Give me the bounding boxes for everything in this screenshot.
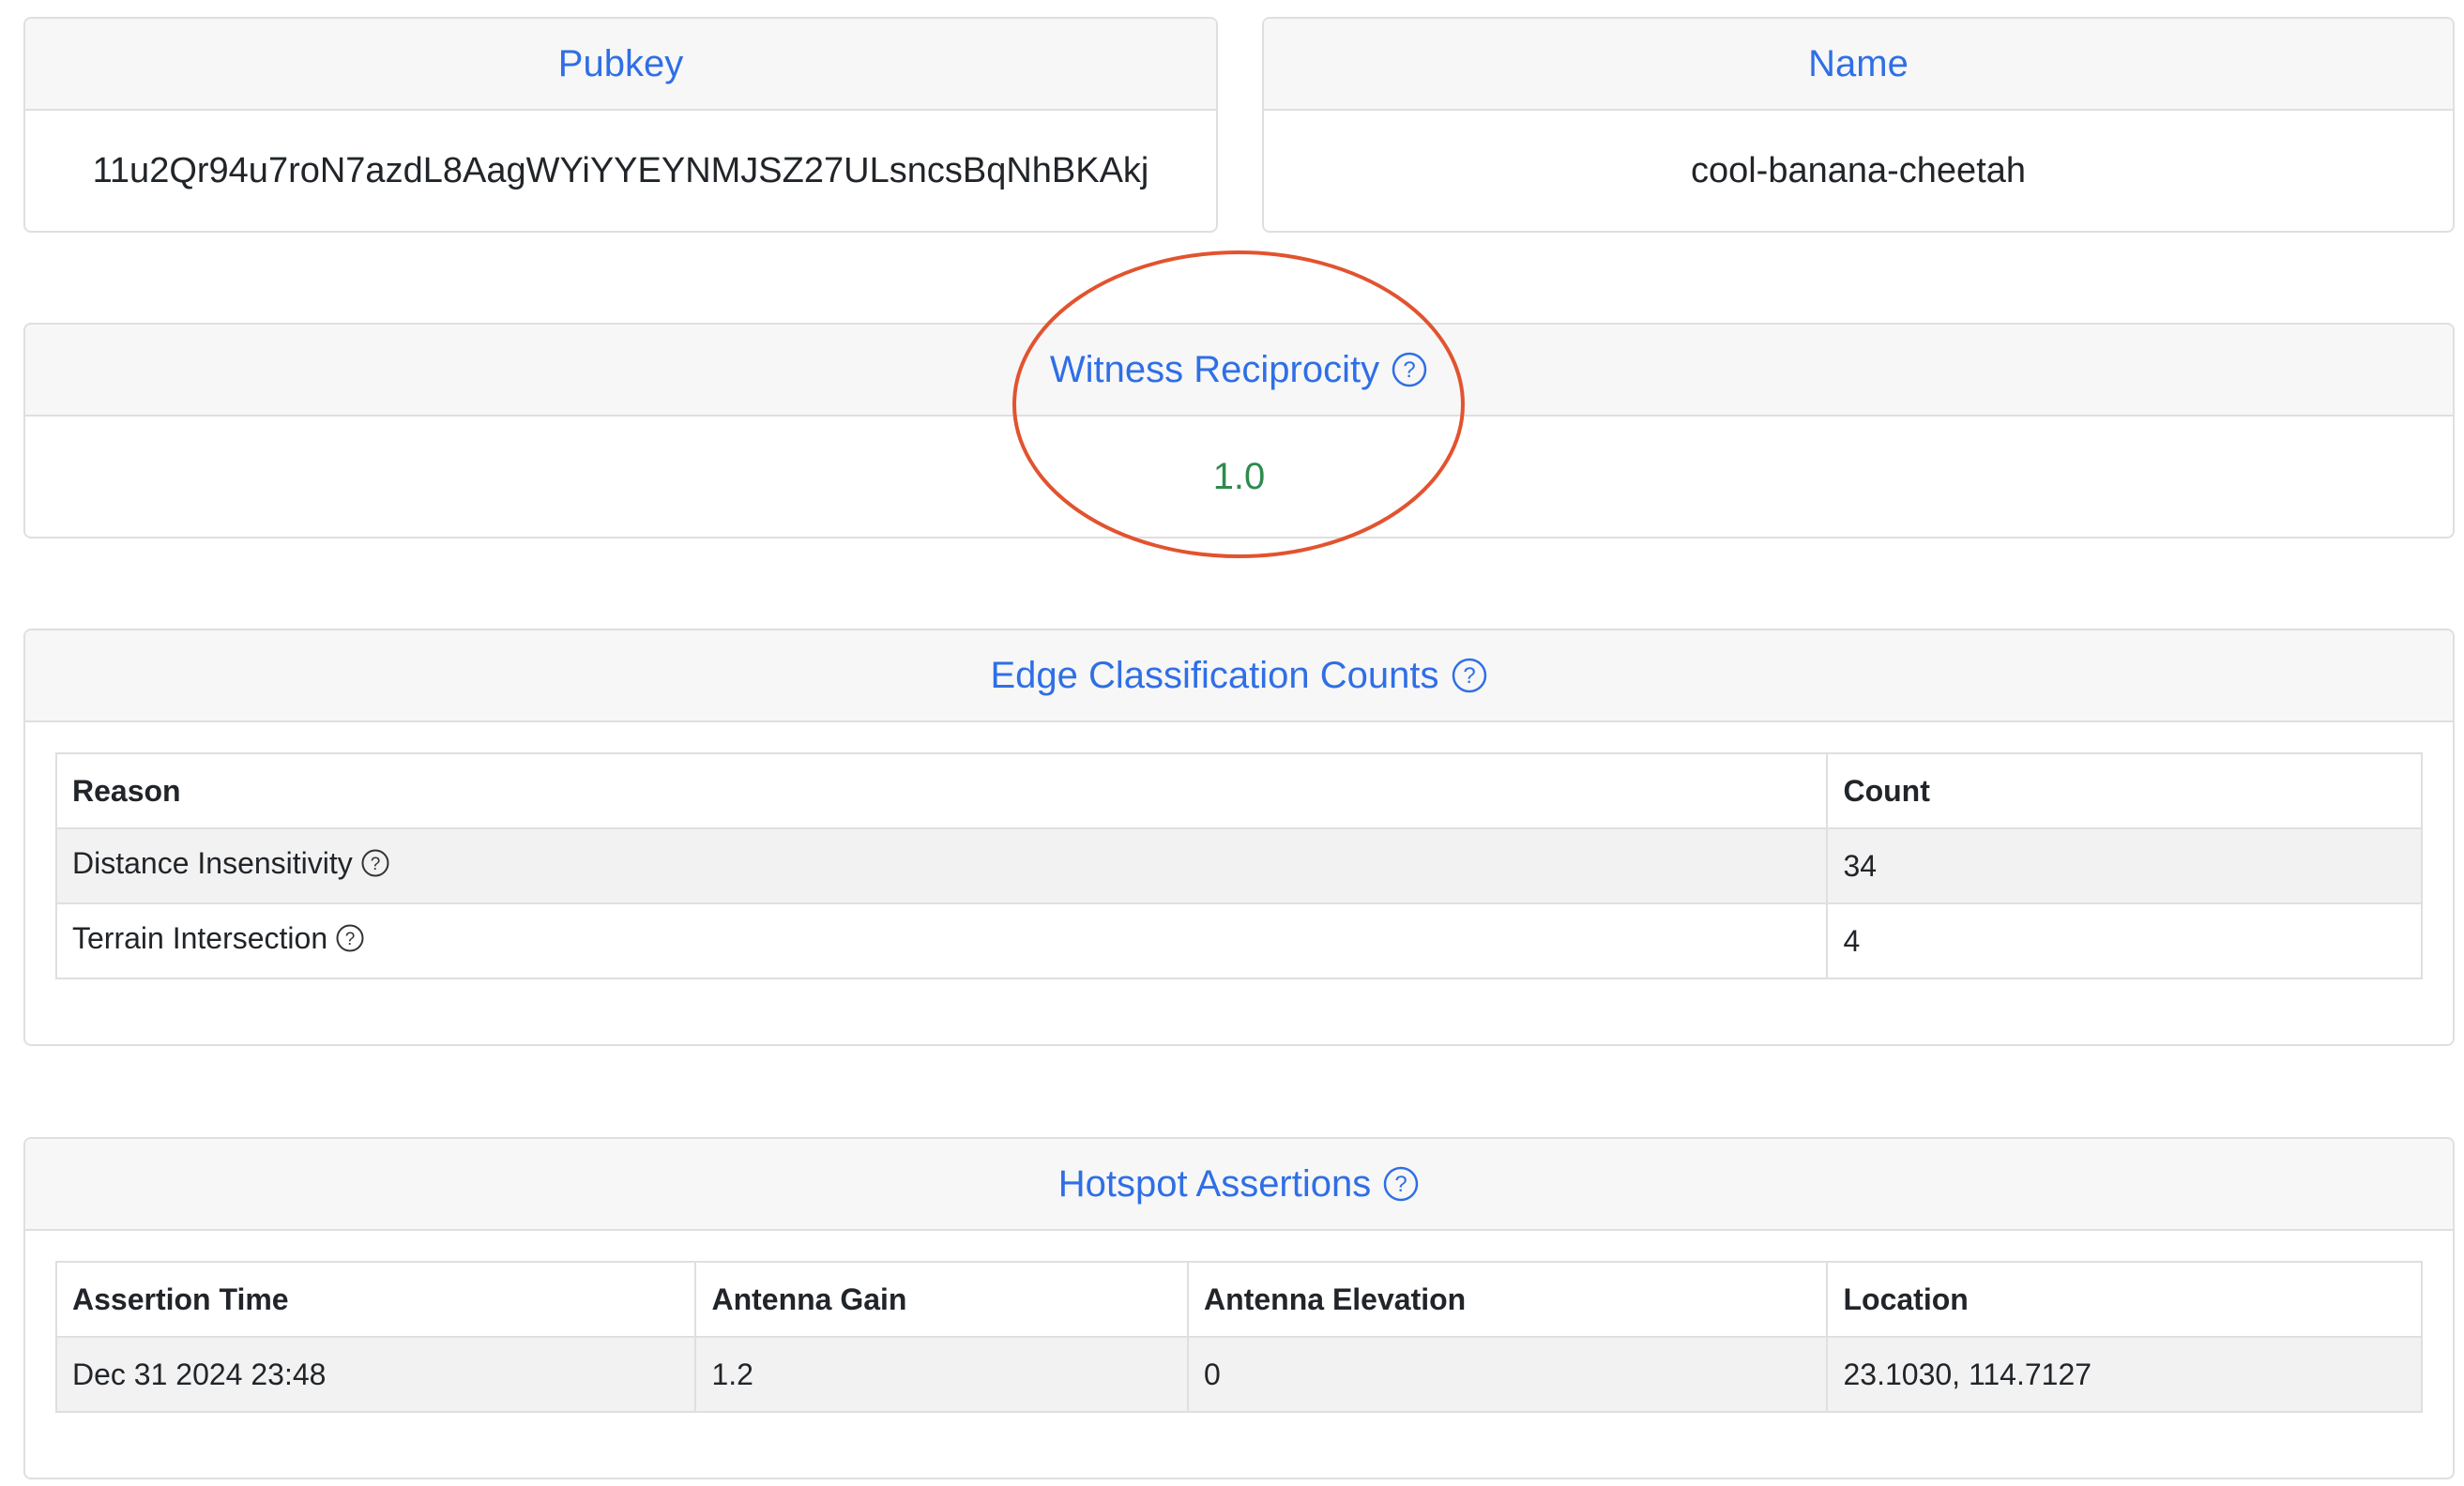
- help-circle-icon[interactable]: ?: [335, 923, 365, 961]
- witness-reciprocity-body: 1.0: [25, 417, 2453, 537]
- name-title: Name: [1808, 42, 1909, 84]
- antenna-gain-cell: 1.2: [694, 1336, 1190, 1413]
- hotspot-assertions-title: Hotspot Assertions: [1057, 1162, 1372, 1205]
- name-value: cool-banana-cheetah: [1690, 150, 2027, 190]
- hotspot-assertions-header: Hotspot Assertions ?: [25, 1139, 2453, 1231]
- table-row: Dec 31 2024 23:48 1.2 0 23.1030, 114.712…: [54, 1336, 2423, 1413]
- pubkey-value: 11u2Qr94u7roN7azdL8AagWYiYYEYNMJSZ27ULsn…: [92, 150, 1149, 190]
- count-cell: 4: [1826, 902, 2423, 979]
- svg-text:?: ?: [1395, 1172, 1407, 1197]
- witness-reciprocity-card: Witness Reciprocity ? 1.0: [23, 323, 2455, 538]
- column-header-location: Location: [1826, 1261, 2423, 1338]
- help-circle-icon[interactable]: ?: [1382, 1165, 1420, 1203]
- svg-text:?: ?: [1463, 663, 1475, 689]
- antenna-elevation-cell: 0: [1187, 1336, 1829, 1413]
- reason-cell: Terrain Intersection?: [54, 902, 1829, 979]
- svg-text:?: ?: [1403, 357, 1415, 383]
- column-header-antenna-gain: Antenna Gain: [694, 1261, 1190, 1338]
- witness-reciprocity-header: Witness Reciprocity ?: [25, 325, 2453, 417]
- name-card-body: cool-banana-cheetah: [1264, 111, 2453, 231]
- name-card: Name cool-banana-cheetah: [1262, 17, 2455, 233]
- table-row: Terrain Intersection? 4: [54, 902, 2423, 979]
- svg-text:?: ?: [345, 930, 356, 949]
- edge-classification-table: Reason Count Distance Insensitivity? 34 …: [54, 752, 2423, 979]
- count-cell: 34: [1826, 827, 2423, 904]
- witness-reciprocity-title: Witness Reciprocity: [1049, 348, 1380, 390]
- help-circle-icon[interactable]: ?: [1451, 657, 1488, 694]
- help-circle-icon[interactable]: ?: [1391, 351, 1428, 388]
- column-header-antenna-elevation: Antenna Elevation: [1187, 1261, 1829, 1338]
- edge-classification-header: Edge Classification Counts ?: [25, 630, 2453, 722]
- help-circle-icon[interactable]: ?: [360, 848, 390, 886]
- column-header-reason: Reason: [54, 752, 1829, 829]
- pubkey-card: Pubkey 11u2Qr94u7roN7azdL8AagWYiYYEYNMJS…: [23, 17, 1218, 233]
- pubkey-card-header: Pubkey: [25, 19, 1216, 111]
- hotspot-assertions-table: Assertion Time Antenna Gain Antenna Elev…: [54, 1261, 2423, 1413]
- assertion-time-cell: Dec 31 2024 23:48: [54, 1336, 697, 1413]
- pubkey-title: Pubkey: [557, 42, 684, 84]
- witness-reciprocity-value: 1.0: [1212, 455, 1266, 497]
- location-cell: 23.1030, 114.7127: [1826, 1336, 2423, 1413]
- edge-classification-title: Edge Classification Counts: [990, 654, 1439, 696]
- reason-cell: Distance Insensitivity?: [54, 827, 1829, 904]
- table-row: Distance Insensitivity? 34: [54, 827, 2423, 904]
- svg-text:?: ?: [370, 855, 380, 874]
- column-header-assertion-time: Assertion Time: [54, 1261, 697, 1338]
- table-header-row: Assertion Time Antenna Gain Antenna Elev…: [54, 1261, 2423, 1338]
- table-header-row: Reason Count: [54, 752, 2423, 829]
- column-header-count: Count: [1826, 752, 2423, 829]
- pubkey-card-body: 11u2Qr94u7roN7azdL8AagWYiYYEYNMJSZ27ULsn…: [25, 111, 1216, 231]
- name-card-header: Name: [1264, 19, 2453, 111]
